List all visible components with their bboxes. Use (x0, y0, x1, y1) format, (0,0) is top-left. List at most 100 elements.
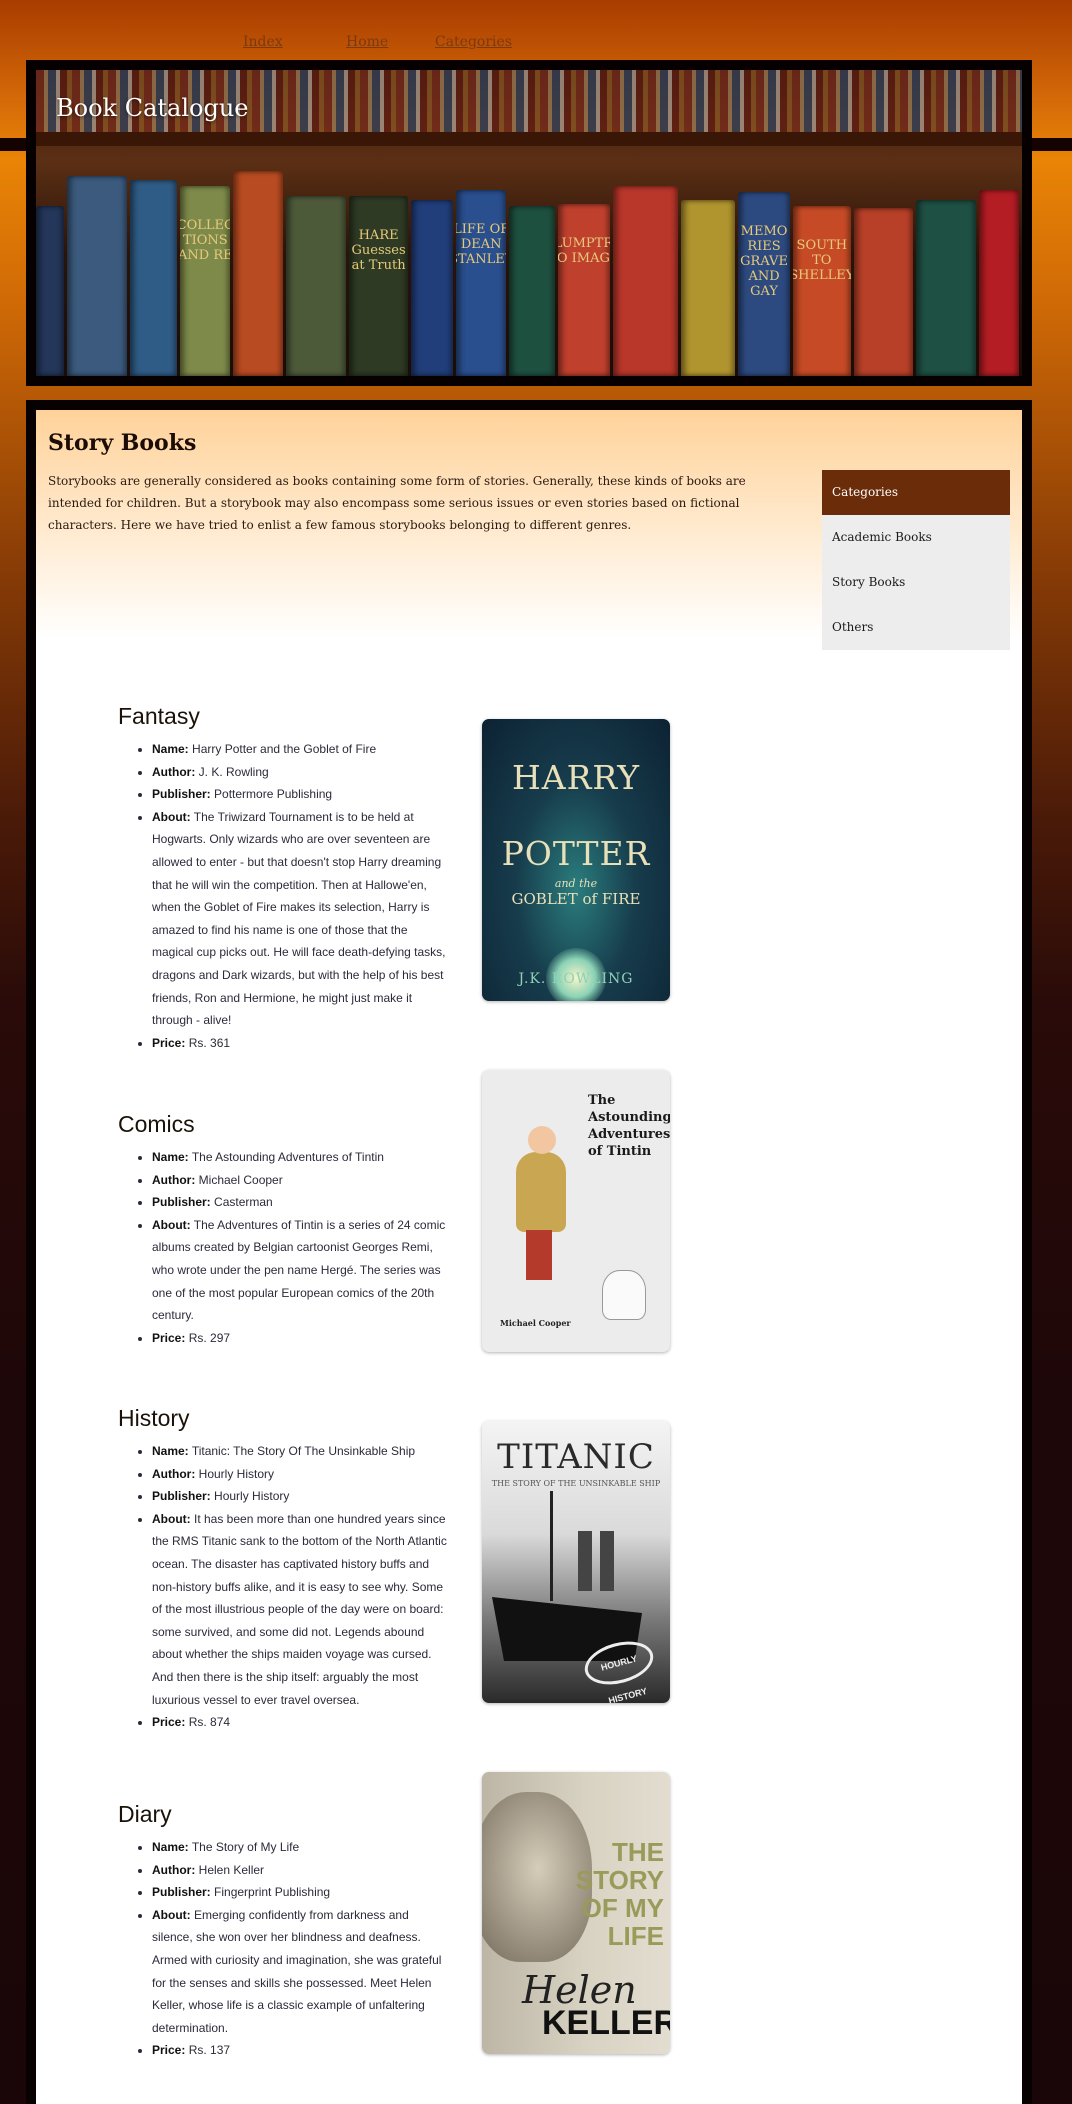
book-cover-harry-potter: HARRY POTTER and the GOBLET of FIRE J.K.… (482, 719, 670, 1001)
detail-name: Name: Titanic: The Story Of The Unsinkab… (152, 1440, 448, 1463)
banner: COLLEC TIONS AND RE HARE Guesses at Trut… (26, 60, 1032, 386)
detail-label: About: (152, 809, 191, 824)
detail-label: Name: (152, 742, 189, 756)
page-intro: Storybooks are generally considered as b… (48, 474, 746, 532)
book-spine (979, 190, 1020, 376)
detail-author: Author: J. K. Rowling (152, 761, 448, 784)
nav-link-index[interactable]: Index (243, 34, 283, 50)
detail-value: J. K. Rowling (198, 764, 269, 779)
book-spine: MEMO RIES GRAVE AND GAY (738, 192, 790, 376)
nav-link-home[interactable]: Home (346, 34, 388, 50)
sidebar-item-story-books[interactable]: Story Books (822, 560, 1010, 605)
book-spine: HARE Guesses at Truth (348, 196, 409, 376)
detail-label: Author: (152, 1466, 196, 1481)
detail-label: Name: (152, 1150, 189, 1164)
ship-mast (550, 1491, 553, 1601)
book-spine (66, 176, 127, 376)
book-cover-tintin: The Astounding Adventures of Tintin Mich… (482, 1070, 670, 1352)
detail-publisher: Publisher: Pottermore Publishing (152, 783, 448, 806)
snowy-illustration (602, 1270, 646, 1320)
book-spine (411, 200, 454, 376)
detail-about: About: It has been more than one hundred… (152, 1508, 448, 1711)
detail-publisher: Publisher: Fingerprint Publishing (152, 1881, 448, 1904)
book-details: Name: Titanic: The Story Of The Unsinkab… (118, 1440, 448, 1734)
tintin-illustration (506, 1122, 576, 1312)
detail-about: About: The Triwizard Tournament is to be… (152, 806, 448, 1032)
detail-value: Harry Potter and the Goblet of Fire (192, 742, 377, 756)
detail-value: Emerging confidently from darkness and s… (152, 1907, 442, 2035)
cover-author: Michael Cooper (500, 1318, 571, 1328)
detail-label: Publisher: (152, 1195, 211, 1210)
detail-value: The Astounding Adventures of Tintin (191, 1150, 384, 1164)
cover-author-last: KELLER (542, 2004, 670, 2042)
book-spine-label: COLLEC TIONS AND RE (180, 218, 231, 263)
book-spine (681, 200, 736, 376)
book-spine-label: SOUTH TO SHELLEY (792, 238, 851, 283)
book-details: Name: The Story of My Life Author: Helen… (118, 1836, 448, 2062)
book-cover-story-of-my-life: THE STORY OF MY LIFE Helen KELLER (482, 1772, 670, 2054)
cover-title: THE STORY OF MY LIFE (575, 1837, 664, 1951)
sidebar-header: Categories (822, 470, 1010, 515)
book-spine (509, 206, 555, 376)
detail-label: Price: (152, 1330, 186, 1345)
detail-name: Name: Harry Potter and the Goblet of Fir… (152, 738, 448, 761)
detail-value: Rs. 874 (188, 1715, 231, 1730)
detail-name: Name: The Astounding Adventures of Tinti… (152, 1146, 448, 1169)
detail-value: The Adventures of Tintin is a series of … (152, 1217, 446, 1323)
detail-label: Author: (152, 764, 196, 779)
cover-subtitle: GOBLET of FIRE (511, 890, 641, 908)
detail-value: Rs. 361 (188, 1035, 231, 1050)
detail-label: Author: (152, 1172, 196, 1187)
detail-about: About: The Adventures of Tintin is a ser… (152, 1214, 448, 1327)
book-spine (853, 208, 914, 376)
detail-value: The Story of My Life (191, 1840, 300, 1854)
detail-label: Publisher: (152, 787, 211, 802)
detail-price: Price: Rs. 361 (152, 1032, 448, 1055)
detail-publisher: Publisher: Casterman (152, 1191, 448, 1214)
nav-link-categories[interactable]: Categories (435, 34, 512, 50)
detail-label: Name: (152, 1444, 189, 1458)
cover-subtitle: THE STORY OF THE UNSINKABLE SHIP (491, 1479, 661, 1488)
detail-value: Pottermore Publishing (214, 787, 333, 802)
detail-label: About: (152, 1217, 191, 1232)
detail-name: Name: The Story of My Life (152, 1836, 448, 1859)
book-spine-label: PLUMPTRE TO IMAGE (557, 236, 610, 266)
book-details: Name: Harry Potter and the Goblet of Fir… (118, 738, 448, 1054)
detail-value: Helen Keller (198, 1862, 265, 1877)
detail-value: The Triwizard Tournament is to be held a… (152, 809, 446, 1028)
category-sidebar: Categories Academic Books Story Books Ot… (822, 470, 1010, 650)
detail-value: Rs. 137 (188, 2043, 231, 2058)
cover-author: J.K. ROWLING (518, 971, 634, 987)
cover-title: The Astounding Adventures of Tintin (588, 1093, 670, 1159)
book-spine-label: MEMO RIES GRAVE AND GAY (740, 224, 788, 299)
book-spine (36, 206, 64, 376)
detail-label: Price: (152, 2043, 186, 2058)
cover-title: POTTER (501, 834, 651, 873)
page-title: Story Books (48, 430, 197, 456)
detail-value: Casterman (214, 1195, 273, 1210)
book-spine (285, 196, 346, 376)
book-spine (129, 180, 178, 376)
book-spine (233, 171, 283, 376)
detail-value: Titanic: The Story Of The Unsinkable Shi… (191, 1444, 416, 1458)
ship-funnel (578, 1531, 592, 1591)
detail-author: Author: Hourly History (152, 1463, 448, 1486)
detail-author: Author: Helen Keller (152, 1859, 448, 1882)
book-spine: PLUMPTRE TO IMAGE (557, 204, 610, 376)
banner-shelf-rail (36, 132, 1022, 146)
book-cover-titanic: TITANIC THE STORY OF THE UNSINKABLE SHIP… (482, 1421, 670, 1703)
sidebar-item-academic-books[interactable]: Academic Books (822, 515, 1010, 560)
book-spine: SOUTH TO SHELLEY (792, 206, 851, 376)
site-title: Book Catalogue (56, 94, 249, 122)
sidebar-item-others[interactable]: Others (822, 605, 1010, 650)
main-content: Story Books Storybooks are generally con… (26, 400, 1032, 2104)
detail-value: Hourly History (198, 1466, 275, 1481)
detail-value: Hourly History (214, 1489, 290, 1504)
detail-label: About: (152, 1907, 191, 1922)
detail-about: About: Emerging confidently from darknes… (152, 1904, 448, 2040)
detail-label: Author: (152, 1862, 196, 1877)
book-details: Name: The Astounding Adventures of Tinti… (118, 1146, 448, 1349)
detail-value: Fingerprint Publishing (214, 1885, 331, 1900)
cover-title: TITANIC (497, 1437, 655, 1477)
book-spine-label: LIFE OF DEAN STANLEY (456, 222, 507, 267)
